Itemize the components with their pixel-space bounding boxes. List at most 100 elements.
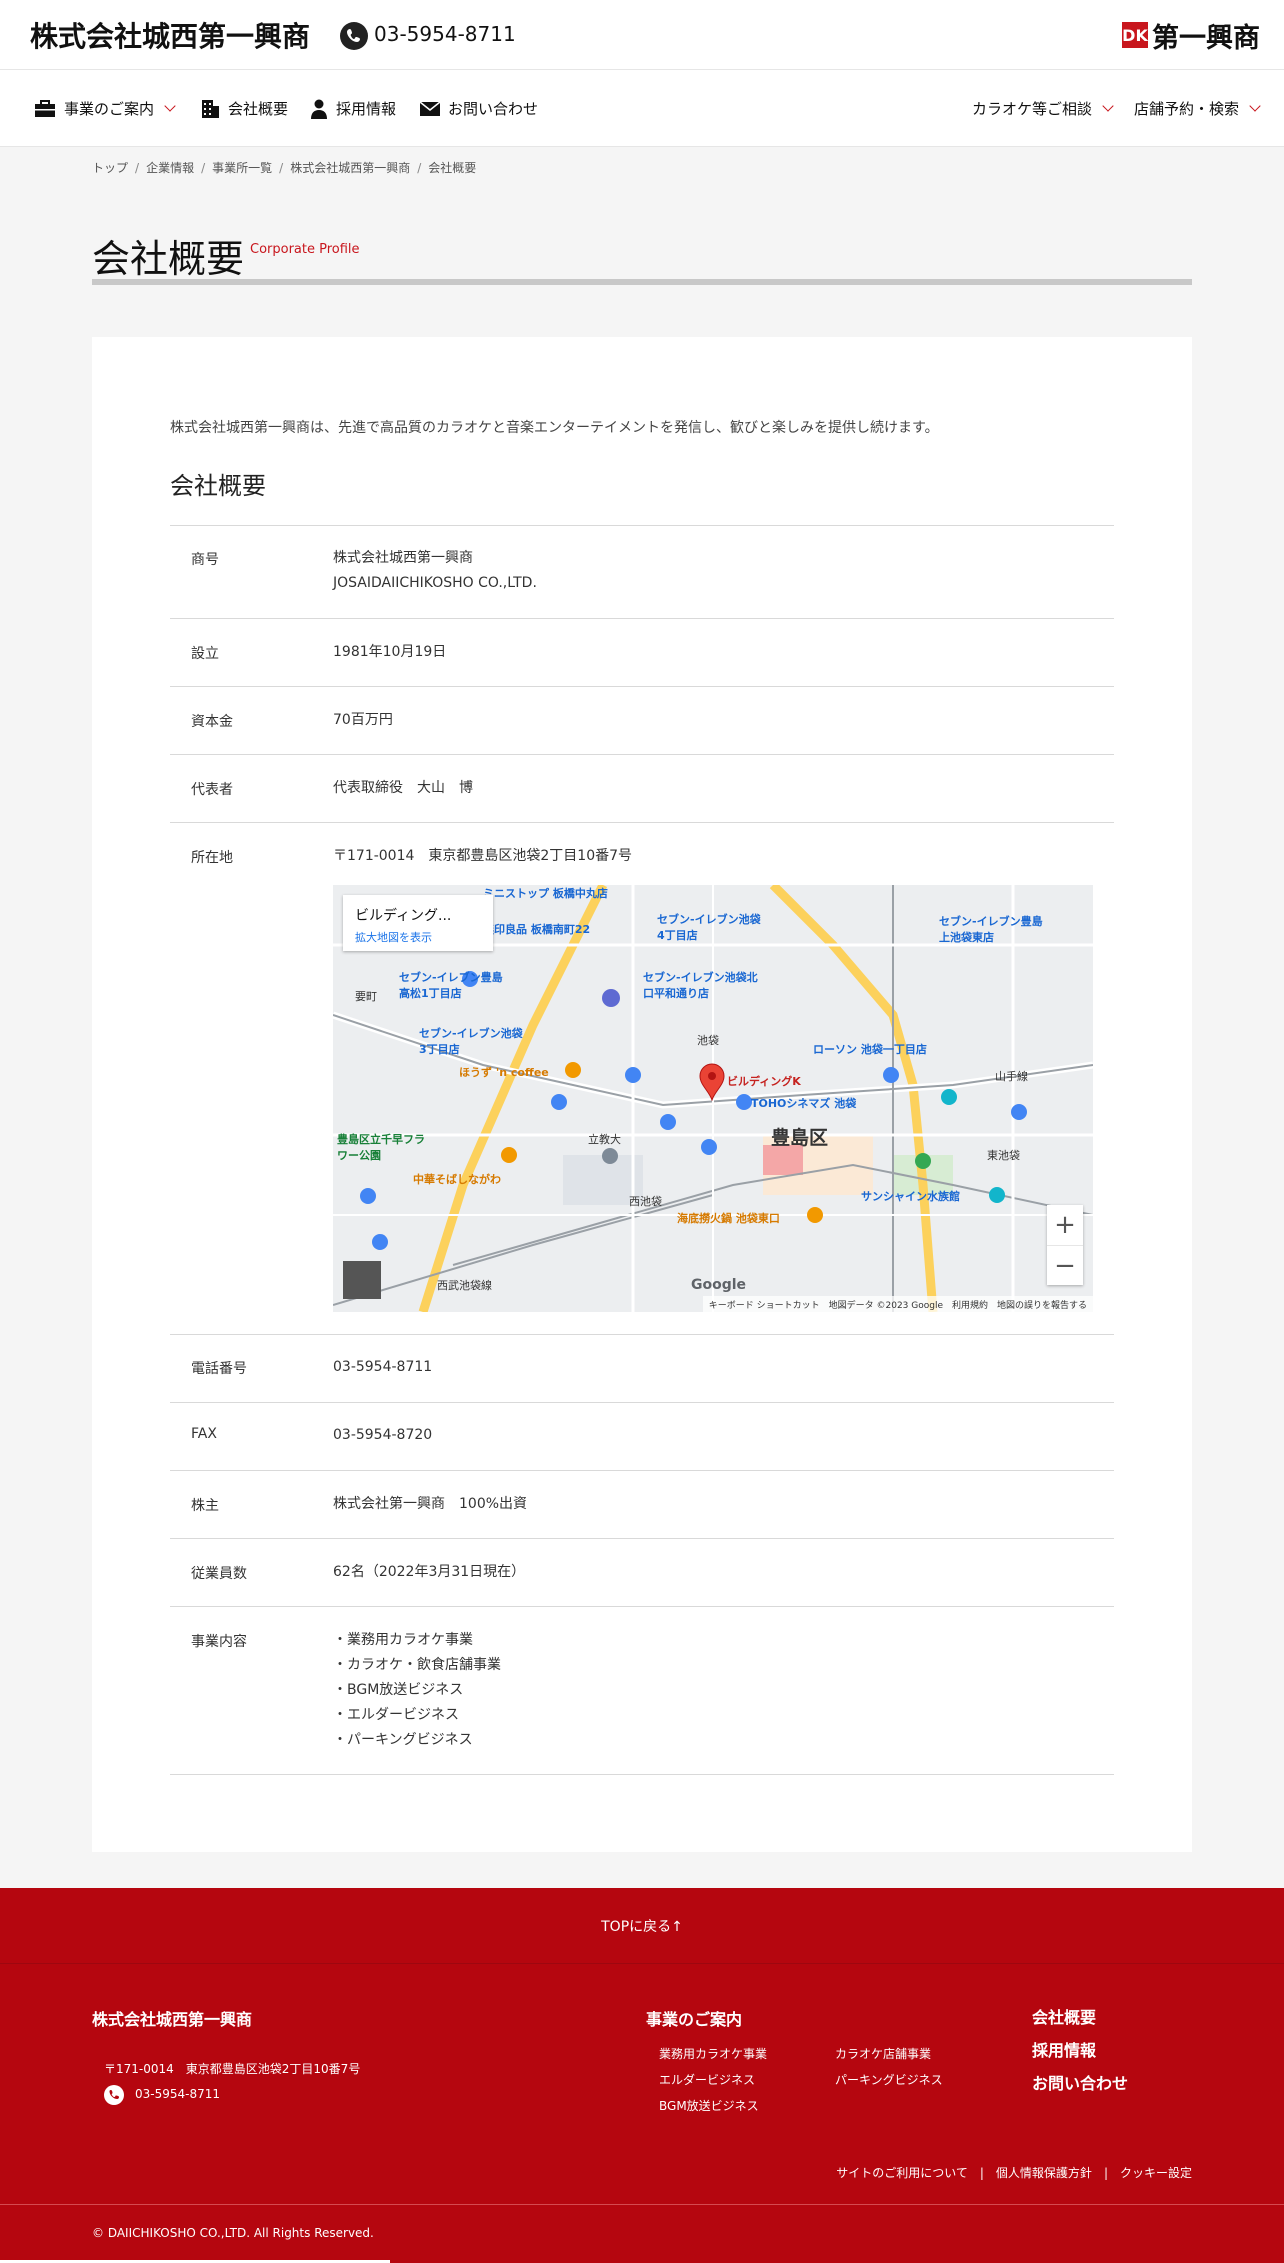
nav-company-label: 会社概要 [228,100,289,118]
breadcrumb-item[interactable]: トップ [92,161,128,175]
site-header: 株式会社城西第一興商 03-5954-8711 DK 第一興商 [0,0,1284,70]
footer-link-contact[interactable]: お問い合わせ [1032,2070,1128,2094]
nav-karaoke-consult-label: カラオケ等ご相談 [972,100,1093,118]
footer-link-company[interactable]: 会社概要 [1032,2004,1096,2028]
separator: | [1103,2166,1108,2180]
site-footer: 株式会社城西第一興商 〒171-0014 東京都豊島区池袋2丁目10番7号 03… [0,1964,1284,2263]
envelope-icon [420,100,440,116]
breadcrumb-separator: / [279,161,284,175]
address-label: 所在地 [191,850,233,866]
row-divider [170,754,1114,755]
footer-company-name: 株式会社城西第一興商 [92,2010,253,2029]
map-label-yamate-line: 山手線 [995,1070,1028,1083]
capital-value: 70百万円 [333,712,393,728]
nav-business[interactable]: 事業のご案内 [34,98,176,119]
footer-phone[interactable]: 03-5954-8711 [135,2087,220,2101]
row-divider [170,1402,1114,1403]
map-label-nishi-ikebukuro: 西池袋 [629,1195,662,1208]
trade-name-label: 商号 [191,552,219,568]
footer-link-recruit[interactable]: 採用情報 [1032,2037,1096,2061]
section-title: 会社概要 [170,472,266,500]
established-label: 設立 [191,646,219,662]
representative-label: 代表者 [191,782,233,798]
nav-contact-label: お問い合わせ [448,100,539,118]
nav-recruit-label: 採用情報 [336,100,397,118]
footer-link[interactable]: カラオケ店舗事業 [835,2045,931,2062]
nav-store-search[interactable]: 店舗予約・検索 [1134,98,1261,119]
zoom-in-button[interactable]: + [1047,1205,1083,1245]
back-to-top-bar[interactable]: TOPに戻る↑ [0,1888,1284,1964]
main-nav: 事業のご案内 会社概要 採用情報 お問い合わせ カラオケ等ご相談 店舗予約・検索 [0,70,1284,147]
map-zoom-control: + − [1047,1205,1083,1285]
map-label-ward: 豊島区 [771,1127,829,1149]
map-label-sunshine: サンシャイン水族館 [861,1190,960,1203]
breadcrumb-separator: / [417,161,422,175]
breadcrumb-item[interactable]: 株式会社城西第一興商 [290,161,410,175]
zoom-out-button[interactable]: − [1047,1245,1083,1285]
chevron-down-icon [1249,100,1261,112]
breadcrumb: トップ / 企業情報 / 事業所一覧 / 株式会社城西第一興商 / 会社概要 [92,159,476,176]
terms-link[interactable]: サイトのご利用について [836,2166,968,2180]
title-divider [92,279,1192,285]
nav-contact[interactable]: お問い合わせ [420,98,538,119]
row-divider [170,1538,1114,1539]
row-divider [170,1606,1114,1607]
breadcrumb-item[interactable]: 事業所一覧 [212,161,272,175]
map-label-seven-heiwa: セブン-イレブン池袋北口平和通り店 [643,971,758,1000]
copyright: © DAIICHIKOSHO CO.,LTD. All Rights Reser… [92,2226,374,2240]
nav-karaoke-consult[interactable]: カラオケ等ご相談 [972,98,1114,119]
map-label-ministop: ミニストップ 板橋中丸店 [483,887,608,900]
business-label: 事業内容 [191,1634,247,1650]
nav-recruit[interactable]: 採用情報 [310,98,396,119]
footer-business-heading[interactable]: 事業のご案内 [646,2006,742,2030]
location-marker-icon[interactable] [699,1063,725,1101]
map-label-seven-takamatsu: セブン-イレブン豊島高松1丁目店 [399,971,503,1000]
established-value: 1981年10月19日 [333,644,447,660]
business-list: ・業務用カラオケ事業 ・カラオケ・飲食店舗事業 ・BGM放送ビジネス ・エルダー… [333,1628,501,1753]
map-label-kanamecho: 要町 [355,990,377,1003]
back-to-top-button[interactable]: TOPに戻る↑ [0,1916,1284,1936]
map-label-muji: 無印良品 板橋南町22 [483,923,591,936]
footer-link[interactable]: BGM放送ビジネス [659,2097,759,2114]
footer-legal-links: サイトのご利用について | 個人情報保護方針 | クッキー設定 [836,2164,1192,2181]
map-attribution[interactable]: キーボード ショートカット 地図データ ©2023 Google 利用規約 地図… [702,1296,1093,1312]
map-place-title: ビルディング... [355,908,452,924]
map-label-higashi-ikebukuro: 東池袋 [987,1149,1020,1162]
footer-link[interactable]: パーキングビジネス [835,2071,943,2088]
map-label-coffee: ほうず 'n coffee [459,1066,549,1079]
capital-label: 資本金 [191,714,233,730]
row-divider [170,1470,1114,1471]
map-place-card: ビルディング... 拡大地図を表示 [343,895,493,951]
building-icon [202,99,219,118]
map-label-lawson: ローソン 池袋一丁目店 [813,1043,927,1056]
breadcrumb-separator: / [135,161,140,175]
nav-company[interactable]: 会社概要 [200,98,288,119]
nav-business-label: 事業のご案内 [64,100,155,118]
header-phone[interactable]: 03-5954-8711 [374,22,516,46]
brand-mark-icon: DK [1122,22,1148,48]
footer-divider [0,2204,1284,2205]
footer-link[interactable]: エルダービジネス [659,2071,755,2088]
privacy-link[interactable]: 個人情報保護方針 [996,2166,1092,2180]
map-label-haidilao: 海底撈火鍋 池袋東口 [677,1212,780,1225]
map-label-seven-kamiikebukuro: セブン-イレブン豊島上池袋東店 [939,915,1043,944]
phone-icon [104,2085,124,2105]
row-divider [170,686,1114,687]
map-label-seven-ikebukuro3: セブン-イレブン池袋3丁目店 [419,1027,523,1056]
breadcrumb-item[interactable]: 企業情報 [146,161,194,175]
site-title[interactable]: 株式会社城西第一興商 [30,15,310,55]
row-divider [170,1334,1114,1335]
person-icon [311,99,327,119]
footer-link[interactable]: 業務用カラオケ事業 [659,2045,767,2062]
google-map[interactable]: ビルディングK 豊島区 池袋 西池袋 東池袋 立教大 TOHOシネマズ 池袋 サ… [333,885,1093,1312]
row-divider [170,525,1114,526]
list-item: ・業務用カラオケ事業 [333,1632,473,1648]
list-item: ・カラオケ・飲食店舗事業 [333,1657,501,1673]
brand-logo[interactable]: DK 第一興商 [1122,18,1260,54]
map-enlarge-link[interactable]: 拡大地図を表示 [355,929,481,945]
cookie-settings-link[interactable]: クッキー設定 [1120,2166,1192,2180]
row-divider [170,822,1114,823]
shareholder-label: 株主 [191,1498,219,1514]
footer-address: 〒171-0014 東京都豊島区池袋2丁目10番7号 [104,2062,361,2076]
map-label-marker: ビルディングK [727,1075,801,1088]
